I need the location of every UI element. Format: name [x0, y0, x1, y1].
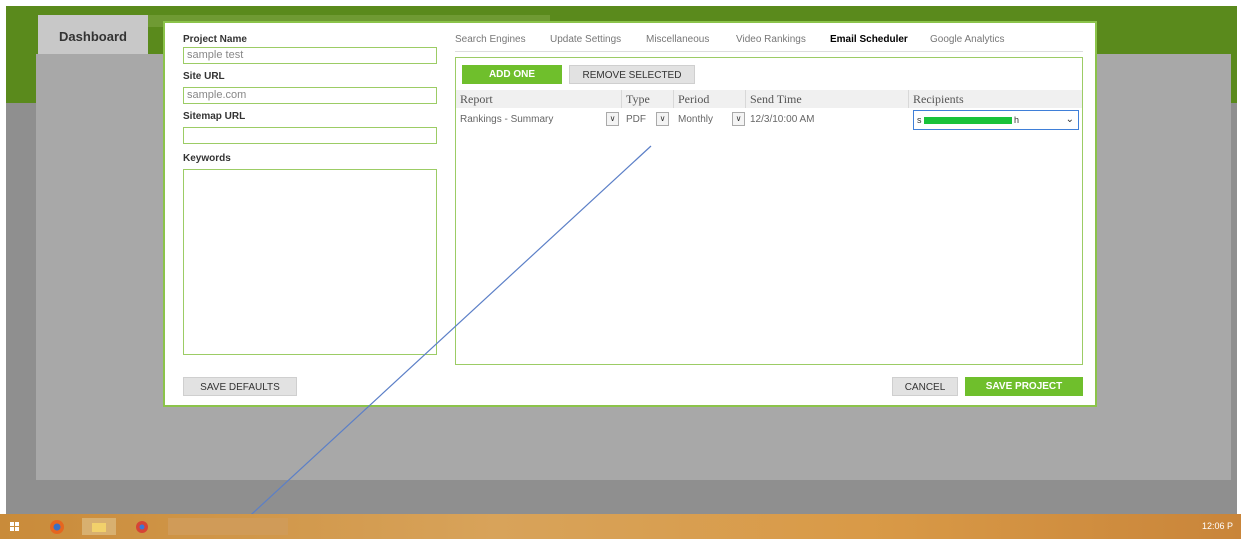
save-defaults-button[interactable]: SAVE DEFAULTS	[183, 377, 297, 396]
project-form: Project Name sample test Site URL sample…	[183, 33, 439, 355]
tab-miscellaneous[interactable]: Miscellaneous	[646, 33, 709, 47]
column-header-type: Type	[622, 90, 674, 108]
column-header-recipients: Recipients	[913, 92, 964, 106]
windows-start-icon[interactable]	[8, 518, 22, 535]
keywords-label: Keywords	[183, 153, 231, 164]
taskbar: 12:06 P	[0, 514, 1241, 539]
recipient-text-tail: h	[1014, 115, 1020, 125]
site-url-label: Site URL	[183, 71, 225, 82]
table-row[interactable]: Rankings - Summary ∨ PDF ∨ Monthly ∨ 12/…	[456, 109, 1082, 131]
firefox-icon[interactable]	[44, 518, 70, 535]
keywords-textarea[interactable]	[183, 169, 437, 355]
taskbar-window-button[interactable]	[168, 518, 288, 535]
redaction-mask	[924, 117, 1012, 124]
recipients-select[interactable]: s h ⌄	[913, 110, 1079, 130]
column-header-send-time: Send Time	[746, 90, 909, 108]
type-cell: PDF	[626, 114, 646, 125]
file-explorer-icon[interactable]	[82, 518, 116, 535]
period-cell: Monthly	[678, 114, 714, 125]
remove-selected-button[interactable]: REMOVE SELECTED	[569, 65, 695, 84]
chevron-down-icon[interactable]: ∨	[606, 112, 619, 126]
scheduler-table-header: Report Type Period Send Time Recipients	[456, 90, 1082, 108]
tab-email-scheduler[interactable]: Email Scheduler	[830, 33, 908, 47]
sitemap-url-input[interactable]	[183, 127, 437, 144]
column-header-period: Period	[674, 90, 746, 108]
settings-tabs: Search Engines Update Settings Miscellan…	[455, 33, 1083, 52]
chrome-icon[interactable]	[128, 518, 156, 535]
save-project-button[interactable]: SAVE PROJECT	[965, 377, 1083, 396]
cancel-button[interactable]: CANCEL	[892, 377, 958, 396]
tab-update-settings[interactable]: Update Settings	[550, 33, 621, 47]
recipient-text: s	[917, 115, 922, 125]
chevron-down-icon[interactable]: ∨	[656, 112, 669, 126]
project-name-input[interactable]: sample test	[183, 47, 437, 64]
column-header-report: Report	[456, 90, 622, 108]
chevron-down-icon: ⌄	[1065, 114, 1074, 125]
project-dialog: Project Name sample test Site URL sample…	[163, 21, 1097, 407]
report-cell: Rankings - Summary	[460, 114, 554, 125]
chevron-down-icon[interactable]: ∨	[732, 112, 745, 126]
tab-search-engines[interactable]: Search Engines	[455, 33, 526, 47]
sitemap-url-label: Sitemap URL	[183, 111, 246, 122]
email-scheduler-panel: ADD ONE REMOVE SELECTED Report Type Peri…	[455, 57, 1083, 365]
tab-dashboard[interactable]: Dashboard	[38, 15, 148, 59]
project-name-label: Project Name	[183, 34, 247, 45]
system-tray-clock: 12:06 P	[1201, 521, 1233, 531]
send-time-cell: 12/3/10:00 AM	[750, 114, 815, 125]
site-url-input[interactable]: sample.com	[183, 87, 437, 104]
tab-video-rankings[interactable]: Video Rankings	[736, 33, 806, 47]
add-one-button[interactable]: ADD ONE	[462, 65, 562, 84]
tab-google-analytics[interactable]: Google Analytics	[930, 33, 1005, 47]
